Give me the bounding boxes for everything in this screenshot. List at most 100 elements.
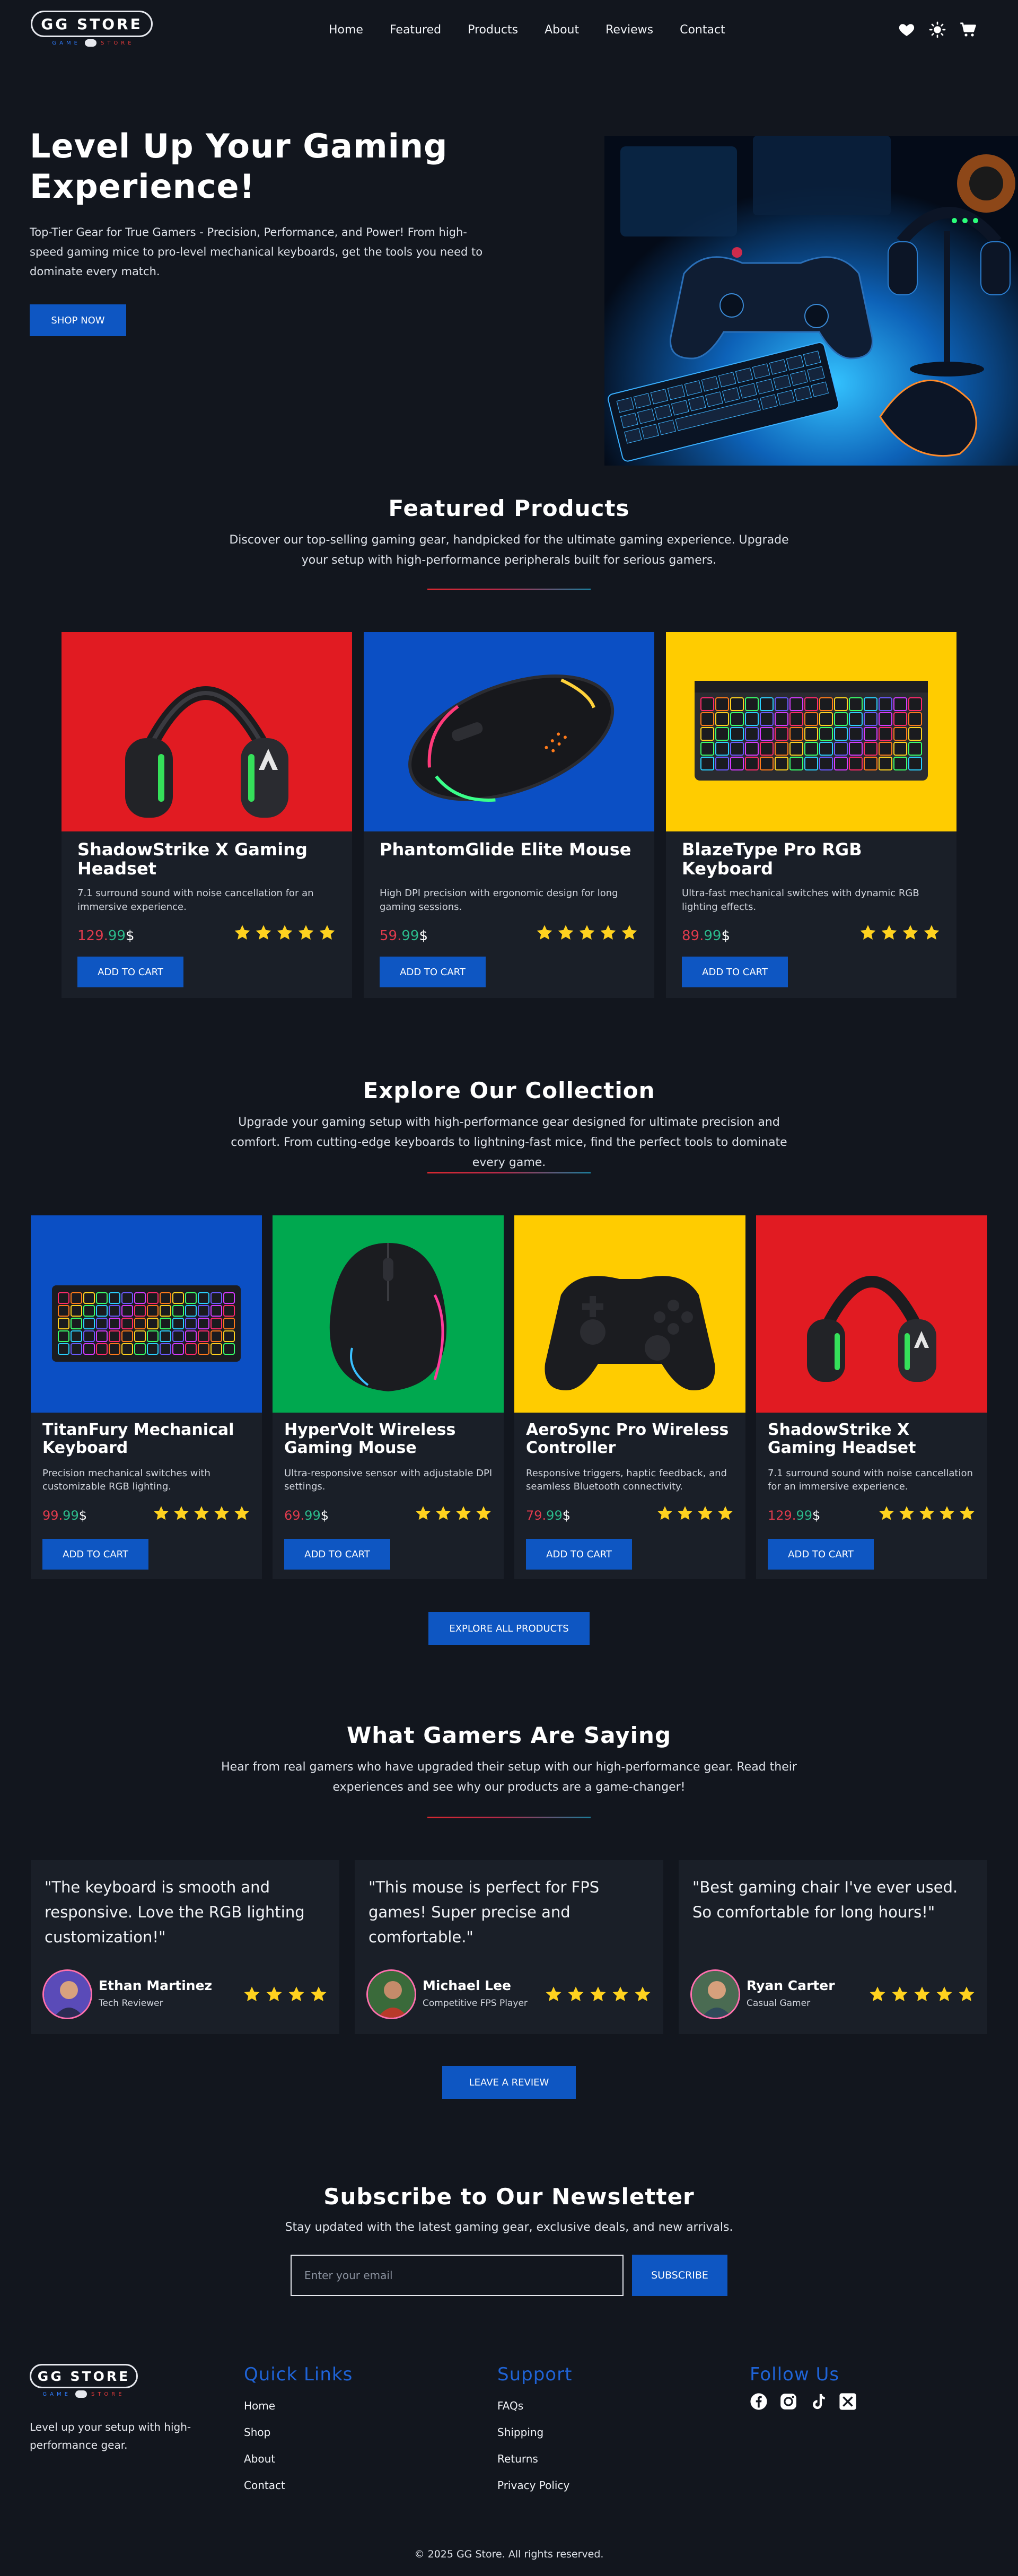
controller-illustration	[514, 1215, 745, 1413]
product-image	[62, 632, 352, 831]
nav-link-reviews[interactable]: Reviews	[605, 23, 653, 37]
star-icon	[678, 1506, 692, 1520]
product-price: 59.99$	[380, 928, 428, 944]
price-integer: 99.	[42, 1508, 63, 1523]
tiktok-icon[interactable]	[809, 2393, 827, 2411]
star-icon	[924, 925, 940, 940]
footer-link-privacy[interactable]: Privacy Policy	[497, 2472, 572, 2499]
logo-text: GG STORE	[41, 15, 143, 33]
subscribe-button[interactable]: SUBSCRIBE	[632, 2255, 727, 2296]
featured-card[interactable]: ShadowStrike X Gaming Headset 7.1 surrou…	[62, 632, 352, 998]
collection-card[interactable]: HyperVolt Wireless Gaming Mouse Ultra-re…	[273, 1215, 504, 1579]
product-name[interactable]: HyperVolt Wireless Gaming Mouse	[284, 1421, 496, 1457]
add-to-cart-button[interactable]: ADD TO CART	[682, 957, 788, 987]
footer-link-home[interactable]: Home	[244, 2393, 353, 2419]
price-currency: $	[78, 1508, 87, 1523]
footer-link-shipping[interactable]: Shipping	[497, 2419, 572, 2446]
footer-link-contact[interactable]: Contact	[244, 2472, 353, 2499]
reviewer-name: Michael Lee	[423, 1978, 512, 1993]
collection-card[interactable]: AeroSync Pro Wireless Controller Respons…	[514, 1215, 745, 1579]
shop-now-button[interactable]: SHOP NOW	[30, 304, 126, 336]
price-currency: $	[125, 928, 135, 944]
logo-subtitle: GAME STORE	[31, 39, 156, 47]
add-to-cart-button[interactable]: ADD TO CART	[526, 1539, 632, 1570]
heart-icon[interactable]	[898, 21, 915, 38]
star-icon	[879, 1506, 894, 1520]
featured-card[interactable]: PhantomGlide Elite Mouse High DPI precis…	[364, 632, 654, 998]
email-field[interactable]	[291, 2255, 624, 2296]
star-icon	[298, 925, 314, 940]
explore-all-products-button[interactable]: EXPLORE ALL PRODUCTS	[428, 1612, 590, 1645]
nav-link-featured[interactable]: Featured	[390, 23, 441, 37]
cart-icon[interactable]	[960, 21, 977, 38]
product-name[interactable]: ShadowStrike X Gaming Headset	[77, 840, 337, 878]
star-icon	[902, 925, 918, 940]
price-currency: $	[419, 928, 428, 944]
facebook-icon[interactable]	[750, 2393, 768, 2411]
avatar	[366, 1969, 416, 2019]
product-name[interactable]: TitanFury Mechanical Keyboard	[42, 1421, 254, 1457]
star-icon	[234, 925, 250, 940]
footer-link-shop[interactable]: Shop	[244, 2419, 353, 2446]
nav-link-home[interactable]: Home	[329, 23, 363, 37]
collection-card[interactable]: TitanFury Mechanical Keyboard Precision …	[31, 1215, 262, 1579]
brand-logo[interactable]: GG STORE GAME STORE	[31, 11, 156, 51]
product-description: Ultra-fast mechanical switches with dyna…	[682, 888, 919, 913]
price-currency: $	[562, 1508, 571, 1523]
product-name[interactable]: AeroSync Pro Wireless Controller	[526, 1421, 738, 1457]
reviews-description: Hear from real gamers who have upgraded …	[221, 1760, 797, 1794]
footer-link-faqs[interactable]: FAQs	[497, 2393, 572, 2419]
add-to-cart-button[interactable]: ADD TO CART	[77, 957, 183, 987]
product-image	[364, 632, 654, 831]
x-icon[interactable]	[839, 2393, 857, 2411]
logo-pill: GG STORE	[31, 11, 153, 37]
featured-card[interactable]: BlazeType Pro RGB Keyboard Ultra-fast me…	[666, 632, 956, 998]
star-icon	[870, 1986, 885, 2002]
star-icon	[579, 925, 595, 940]
keyboard-keys	[700, 697, 922, 770]
footer-heading: Quick Links	[244, 2364, 353, 2385]
nav-link-about[interactable]: About	[545, 23, 579, 37]
nav-link-products[interactable]: Products	[468, 23, 518, 37]
instagram-icon[interactable]	[779, 2393, 797, 2411]
price-decimal: 99	[63, 1508, 79, 1523]
product-name[interactable]: PhantomGlide Elite Mouse	[380, 840, 639, 859]
avatar	[690, 1969, 740, 2019]
price-integer: 129.	[768, 1508, 796, 1523]
price-currency: $	[320, 1508, 329, 1523]
keyboard-illustration	[31, 1215, 262, 1413]
nav-links: Home Featured Products About Reviews Con…	[329, 23, 752, 37]
product-price: 99.99$	[42, 1508, 87, 1523]
add-to-cart-button[interactable]: ADD TO CART	[768, 1539, 874, 1570]
footer-link-about[interactable]: About	[244, 2446, 353, 2472]
star-icon	[590, 1986, 606, 2002]
product-price: 79.99$	[526, 1508, 571, 1523]
product-name[interactable]: BlazeType Pro RGB Keyboard	[682, 840, 942, 878]
product-price: 129.99$	[77, 928, 135, 944]
star-icon	[476, 1506, 491, 1520]
reviews-title: What Gamers Are Saying	[346, 1722, 672, 1748]
leave-review-button[interactable]: LEAVE A REVIEW	[442, 2066, 576, 2099]
footer-logo[interactable]: GG STORE GAME STORE	[30, 2364, 138, 2398]
footer-link-returns[interactable]: Returns	[497, 2446, 572, 2472]
add-to-cart-button[interactable]: ADD TO CART	[380, 957, 486, 987]
sun-icon[interactable]	[929, 21, 946, 38]
nav-link-contact[interactable]: Contact	[680, 23, 725, 37]
product-price: 129.99$	[768, 1508, 820, 1523]
star-icon	[277, 925, 293, 940]
star-icon	[244, 1986, 260, 2002]
mouse-illustration	[364, 632, 654, 831]
rating-stars	[153, 1505, 250, 1522]
star-icon	[936, 1986, 952, 2002]
rating-stars	[536, 924, 638, 942]
testimonial-quote: "This mouse is perfect for FPS games! Su…	[368, 1878, 600, 1946]
product-name[interactable]: ShadowStrike X Gaming Headset	[768, 1421, 980, 1457]
add-to-cart-button[interactable]: ADD TO CART	[42, 1539, 148, 1570]
star-icon	[698, 1506, 713, 1520]
top-nav: GG STORE GAME STORE Home Featured Produc…	[0, 0, 1018, 63]
add-to-cart-button[interactable]: ADD TO CART	[284, 1539, 390, 1570]
nav-icons	[898, 21, 977, 38]
star-icon	[635, 1986, 651, 2002]
product-image	[273, 1215, 504, 1413]
collection-card[interactable]: ShadowStrike X Gaming Headset 7.1 surrou…	[756, 1215, 987, 1579]
